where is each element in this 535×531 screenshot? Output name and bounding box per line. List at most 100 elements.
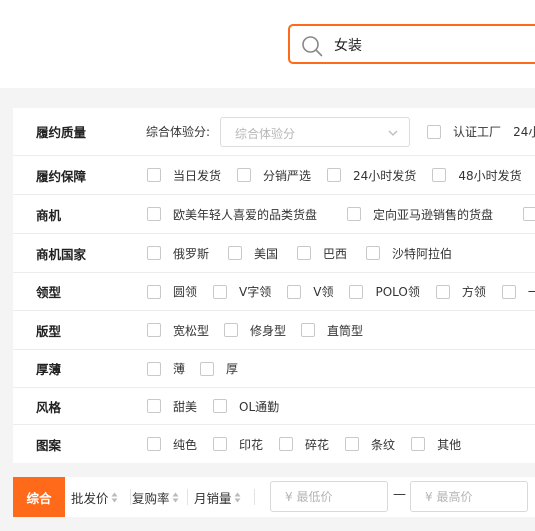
option-print[interactable]: 印花 — [213, 436, 263, 453]
filter-row-thickness: 厚薄 薄 厚 — [13, 350, 535, 388]
option-loose[interactable]: 宽松型 — [147, 322, 209, 339]
option-polo[interactable]: POLO领 — [349, 283, 420, 300]
option-straight[interactable]: 直筒型 — [301, 322, 363, 339]
option-certified-factory[interactable]: 认证工厂 — [427, 123, 501, 140]
checkbox[interactable] — [213, 284, 228, 299]
checkbox[interactable] — [147, 361, 161, 376]
options: 宽松型 修身型 直筒型 — [147, 311, 363, 349]
option-24h-ship[interactable]: 24小时发货 — [327, 167, 416, 184]
option-thick[interactable]: 厚 — [200, 360, 238, 377]
search-icon[interactable] — [301, 35, 323, 57]
option-more[interactable]: 一 — [501, 283, 535, 300]
row-label: 厚薄 — [36, 362, 62, 377]
options: 圆领 V字领 V领 POLO领 方领 一 — [147, 273, 535, 310]
option-round-neck[interactable]: 圆领 — [147, 283, 197, 300]
checkbox[interactable] — [287, 284, 302, 299]
checkbox[interactable] — [349, 284, 364, 299]
option-russia[interactable]: 俄罗斯 — [147, 245, 209, 262]
sort-comprehensive-button[interactable]: 综合 — [13, 477, 65, 517]
filter-row-fulfillment-guarantee: 履约保障 当日发货 分销严选 24小时发货 48小时发货 — [13, 156, 535, 195]
sort-monthly-sales[interactable]: 月销量 — [194, 477, 241, 517]
checkbox[interactable] — [147, 284, 161, 299]
checkbox[interactable] — [224, 323, 239, 337]
option-label: 厚 — [226, 362, 239, 376]
option-label: 直筒型 — [327, 323, 364, 338]
sort-wholesale-price[interactable]: 批发价 — [71, 477, 118, 517]
checkbox[interactable] — [297, 246, 312, 260]
option-label: OL通勤 — [239, 399, 280, 414]
sort-repurchase-rate[interactable]: 复购率 — [132, 477, 179, 517]
option-same-day[interactable]: 当日发货 — [147, 167, 221, 184]
checkbox[interactable] — [147, 437, 161, 451]
option-label: 俄罗斯 — [173, 246, 210, 261]
option-24h[interactable]: 24小 — [513, 123, 535, 140]
option-sweet[interactable]: 甜美 — [147, 398, 197, 415]
option-amazon[interactable]: 定向亚马逊销售的货盘 — [347, 206, 493, 223]
checkbox[interactable] — [147, 168, 161, 182]
checkbox[interactable] — [147, 246, 161, 260]
checkbox[interactable] — [427, 124, 442, 139]
checkbox[interactable] — [237, 168, 252, 182]
experience-score-placeholder: 综合体验分 — [235, 126, 296, 141]
option-v-collar[interactable]: V字领 — [213, 283, 271, 300]
option-more[interactable] — [523, 207, 535, 221]
option-label: 分销严选 — [263, 168, 312, 183]
checkbox[interactable] — [432, 168, 447, 182]
checkbox[interactable] — [200, 361, 215, 376]
checkbox[interactable] — [411, 437, 426, 451]
divider — [130, 489, 131, 505]
checkbox[interactable] — [147, 323, 161, 337]
price-separator: — — [393, 487, 406, 502]
checkbox[interactable] — [301, 323, 316, 337]
option-thin[interactable]: 薄 — [147, 360, 185, 377]
filter-row-style: 风格 甜美 OL通勤 — [13, 388, 535, 425]
checkbox[interactable] — [213, 437, 228, 451]
option-floral[interactable]: 碎花 — [279, 436, 329, 453]
option-label: 美国 — [254, 246, 279, 261]
sort-arrows-icon — [111, 492, 118, 502]
checkbox[interactable] — [147, 399, 161, 413]
option-euro-us-young[interactable]: 欧美年轻人喜爱的品类货盘 — [147, 206, 317, 223]
option-48h-ship[interactable]: 48小时发货 — [432, 167, 522, 184]
checkbox[interactable] — [523, 207, 535, 221]
option-distribution-select[interactable]: 分销严选 — [237, 167, 311, 184]
checkbox[interactable] — [228, 246, 243, 260]
option-label: 修身型 — [250, 323, 287, 338]
option-square[interactable]: 方领 — [435, 283, 486, 300]
checkbox[interactable] — [345, 437, 360, 451]
option-brazil[interactable]: 巴西 — [297, 245, 347, 262]
checkbox[interactable] — [147, 207, 161, 221]
option-slim[interactable]: 修身型 — [224, 322, 286, 339]
option-solid[interactable]: 纯色 — [147, 436, 197, 453]
checkbox[interactable] — [279, 437, 294, 451]
options: 俄罗斯 美国 巴西 沙特阿拉伯 — [147, 234, 452, 272]
checkbox[interactable] — [347, 207, 362, 221]
checkbox[interactable] — [501, 284, 516, 299]
price-min-input[interactable] — [270, 481, 388, 512]
options: 甜美 OL通勤 — [147, 388, 279, 424]
row-label: 版型 — [36, 323, 62, 339]
experience-score-select[interactable]: 综合体验分 — [220, 116, 411, 147]
option-v-neck[interactable]: V领 — [287, 283, 333, 300]
search-box[interactable] — [288, 24, 535, 64]
top-bar — [0, 0, 535, 88]
option-usa[interactable]: 美国 — [228, 245, 278, 262]
price-max-input[interactable] — [410, 481, 528, 512]
options: 纯色 印花 碎花 条纹 其他 — [147, 425, 461, 463]
option-stripe[interactable]: 条纹 — [345, 436, 395, 453]
option-label: 薄 — [173, 362, 186, 376]
checkbox[interactable] — [366, 246, 381, 260]
checkbox[interactable] — [435, 284, 450, 299]
search-input[interactable] — [334, 34, 534, 56]
checkbox[interactable] — [213, 399, 228, 413]
option-label: 欧美年轻人喜爱的品类货盘 — [173, 207, 318, 222]
options: 薄 厚 — [147, 350, 238, 387]
row-label: 商机 — [36, 207, 62, 223]
option-other[interactable]: 其他 — [411, 436, 461, 453]
option-saudi[interactable]: 沙特阿拉伯 — [366, 245, 452, 262]
row-label: 风格 — [36, 399, 62, 415]
filter-panel: 履约质量 综合体验分: 综合体验分 认证工厂 24小 履约保障 当日发货 分销严… — [13, 108, 535, 463]
checkbox[interactable] — [327, 168, 342, 182]
filter-row-opportunity-country: 商机国家 俄罗斯 美国 巴西 沙特阿拉伯 — [13, 234, 535, 273]
option-ol-commute[interactable]: OL通勤 — [213, 398, 279, 415]
